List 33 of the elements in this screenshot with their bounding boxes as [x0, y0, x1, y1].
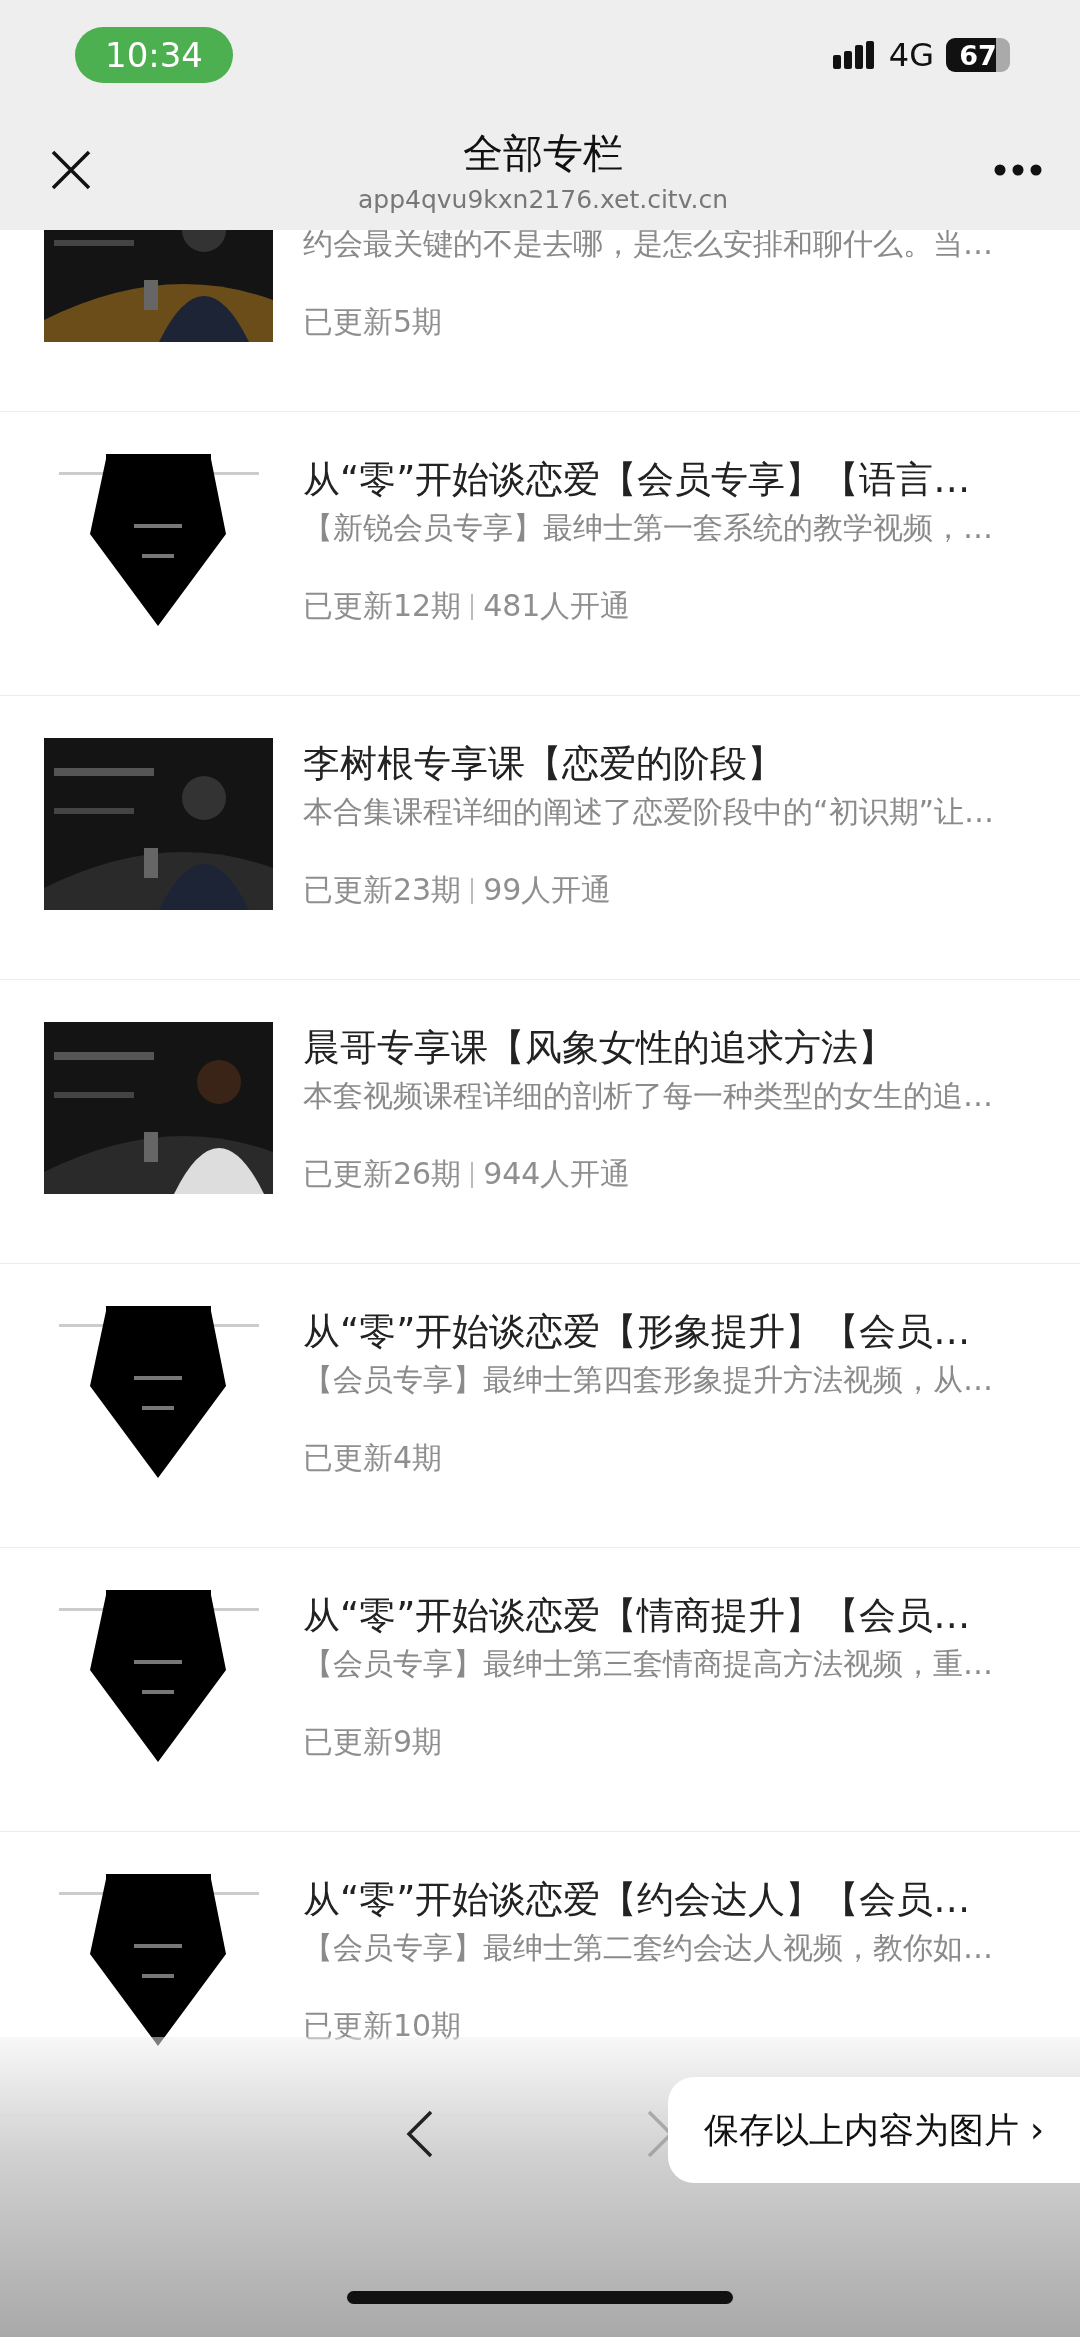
update-count: 已更新4期 [303, 1439, 443, 1477]
column-description: 本套视频课程详细的剖析了每一种类型的女生的追… [303, 1077, 994, 1115]
chevron-left-icon [405, 2109, 435, 2159]
column-title: 晨哥专享课【风象女性的追求方法】 [303, 1025, 896, 1071]
column-title: 李树根专享课【恋爱的阶段】 [303, 741, 785, 787]
column-title: 从“零”开始谈恋爱【形象提升】【会员… [303, 1309, 972, 1355]
page-title: 全部专栏 [463, 129, 623, 178]
subscriber-count: 944人开通 [483, 1155, 631, 1193]
column-description: 【会员专享】最绅士第二套约会达人视频，教你如… [303, 1929, 994, 1967]
network-type: 4G [888, 36, 934, 74]
column-description: 本合集课程详细的阐述了恋爱阶段中的“初识期”让… [303, 793, 996, 831]
update-count: 已更新23期 [303, 871, 462, 909]
column-title: 从“零”开始谈恋爱【情商提升】【会员… [303, 1593, 972, 1639]
close-button[interactable] [50, 149, 92, 191]
page-url: app4qvu9kxn2176.xet.citv.cn [357, 185, 729, 214]
time: 10:34 [75, 27, 233, 83]
update-count: 已更新5期 [303, 303, 443, 341]
update-count: 已更新26期 [303, 1155, 462, 1193]
more-button[interactable] [994, 164, 1042, 176]
column-title: 从“零”开始谈恋爱【约会达人】【会员… [303, 1877, 972, 1923]
column-description: 【新锐会员专享】最绅士第一套系统的教学视频，… [303, 509, 994, 547]
subscriber-count: 481人开通 [483, 587, 631, 625]
column-description: 约会最关键的不是去哪，是怎么安排和聊什么。当… [303, 225, 994, 263]
column-description: 【会员专享】最绅士第四套形象提升方法视频，从… [303, 1361, 994, 1399]
column-title: 从“零”开始谈恋爱【会员专享】【语言… [303, 457, 972, 503]
signal-icon [832, 41, 877, 69]
column-description: 【会员专享】最绅士第三套情商提高方法视频，重… [303, 1645, 994, 1683]
update-count: 已更新9期 [303, 1723, 443, 1761]
battery-level: 67 [946, 38, 1010, 72]
save-as-image-toast[interactable]: 保存以上内容为图片 › [668, 2077, 1080, 2183]
update-count: 已更新12期 [303, 587, 462, 625]
subscriber-count: 99人开通 [483, 871, 612, 909]
update-count: 已更新10期 [303, 2007, 462, 2045]
